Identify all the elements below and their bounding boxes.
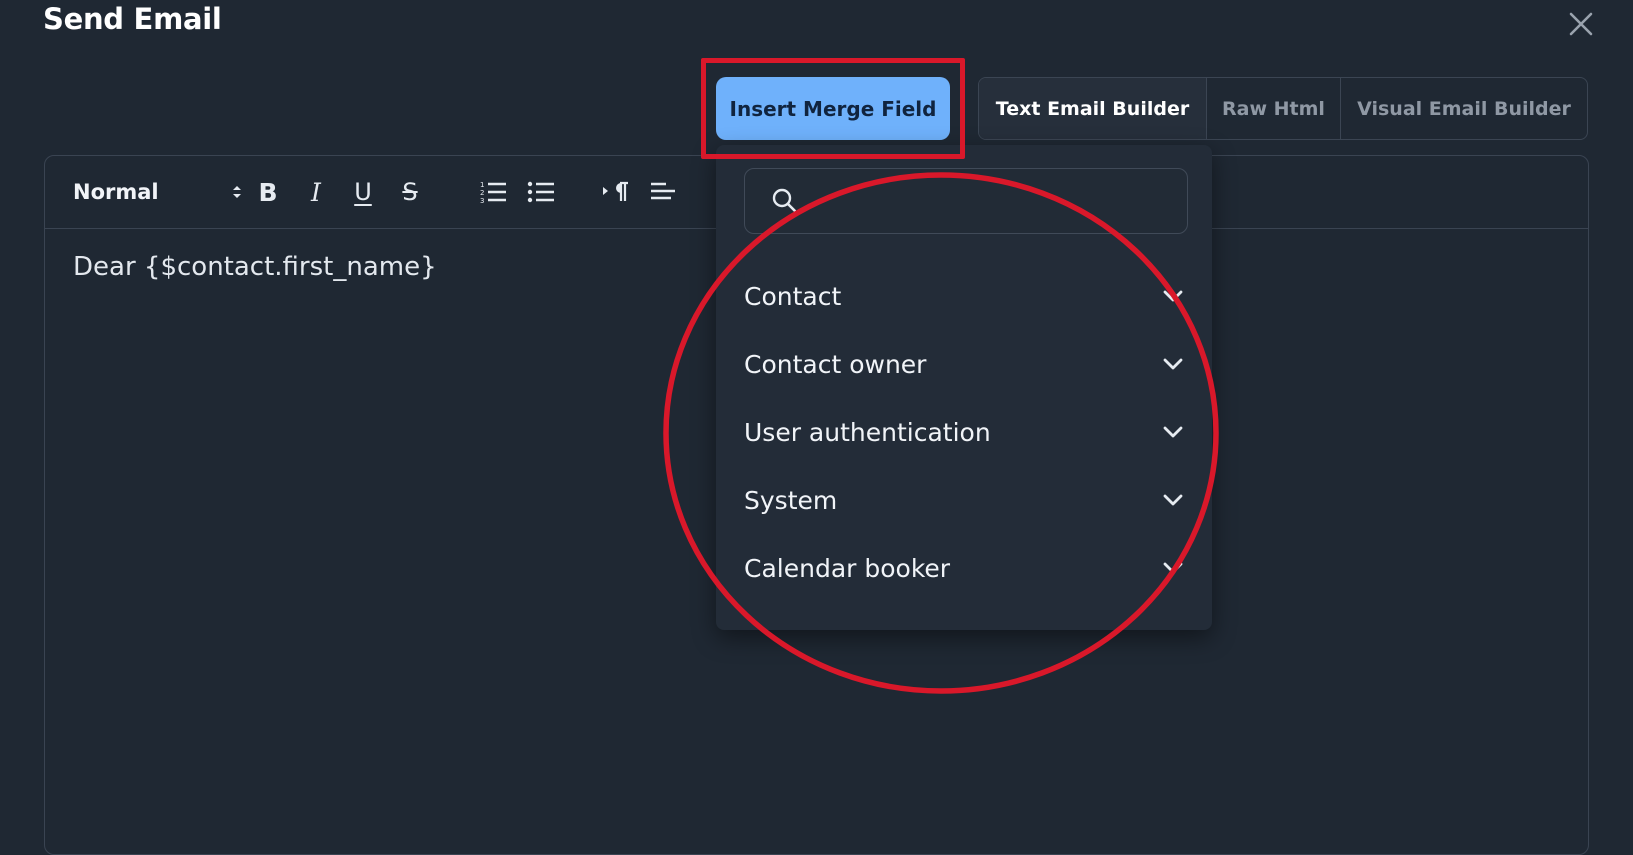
bullet-list-icon [527,181,554,203]
text-format-select[interactable]: Normal [73,172,241,212]
merge-field-dropdown: Contact Contact owner User authenticatio… [716,145,1212,630]
close-button[interactable] [1563,6,1599,42]
ordered-list-icon: 1 2 3 [480,181,506,205]
dropdown-item-label: System [744,485,838,515]
chevron-down-icon [1163,426,1183,438]
search-icon [772,188,797,213]
chevron-down-icon [1163,290,1183,302]
text-direction-button[interactable] [598,172,634,212]
svg-text:1: 1 [480,181,484,189]
dropdown-item-label: User authentication [744,417,991,447]
align-left-button[interactable] [645,172,681,212]
dropdown-item-label: Contact [744,281,842,311]
dropdown-item-calendar-booker[interactable]: Calendar booker [744,542,1184,594]
tab-text-email-builder[interactable]: Text Email Builder [979,78,1207,139]
svg-text:2: 2 [480,189,484,197]
merge-field-search-input[interactable] [807,169,1181,235]
editor-mode-tabs: Text Email Builder Raw Html Visual Email… [978,77,1588,140]
underline-button[interactable]: U [345,172,381,212]
tab-raw-html[interactable]: Raw Html [1207,78,1341,139]
chevron-down-icon [1163,562,1183,574]
dropdown-item-label: Calendar booker [744,553,951,583]
dropdown-item-contact-owner[interactable]: Contact owner [744,338,1184,390]
close-icon [1569,12,1593,36]
dropdown-item-system[interactable]: System [744,474,1184,526]
select-arrows-icon [233,186,241,198]
bold-icon: B [258,177,278,207]
dropdown-item-label: Contact owner [744,349,927,379]
strikethrough-button[interactable]: S [392,172,428,212]
italic-button[interactable]: I [298,172,334,212]
email-body-text[interactable]: Dear {$contact.first_name} [73,252,437,282]
dropdown-item-user-authentication[interactable]: User authentication [744,406,1184,458]
format-select-value: Normal [73,180,159,204]
merge-field-search[interactable] [744,168,1188,235]
italic-icon: I [311,177,321,207]
strikethrough-icon: S [402,178,418,206]
align-left-icon [651,182,675,200]
bold-button[interactable]: B [250,172,286,212]
underline-icon: U [354,178,372,206]
dropdown-item-contact[interactable]: Contact [744,270,1184,322]
bullet-list-button[interactable] [523,172,559,212]
text-direction-icon [603,181,628,201]
modal-title: Send Email [43,2,222,36]
tab-visual-email-builder[interactable]: Visual Email Builder [1341,78,1587,139]
svg-text:3: 3 [480,197,484,205]
chevron-down-icon [1163,494,1183,506]
chevron-down-icon [1163,358,1183,370]
insert-merge-field-button[interactable]: Insert Merge Field [716,77,950,140]
ordered-list-button[interactable]: 1 2 3 [475,172,511,212]
